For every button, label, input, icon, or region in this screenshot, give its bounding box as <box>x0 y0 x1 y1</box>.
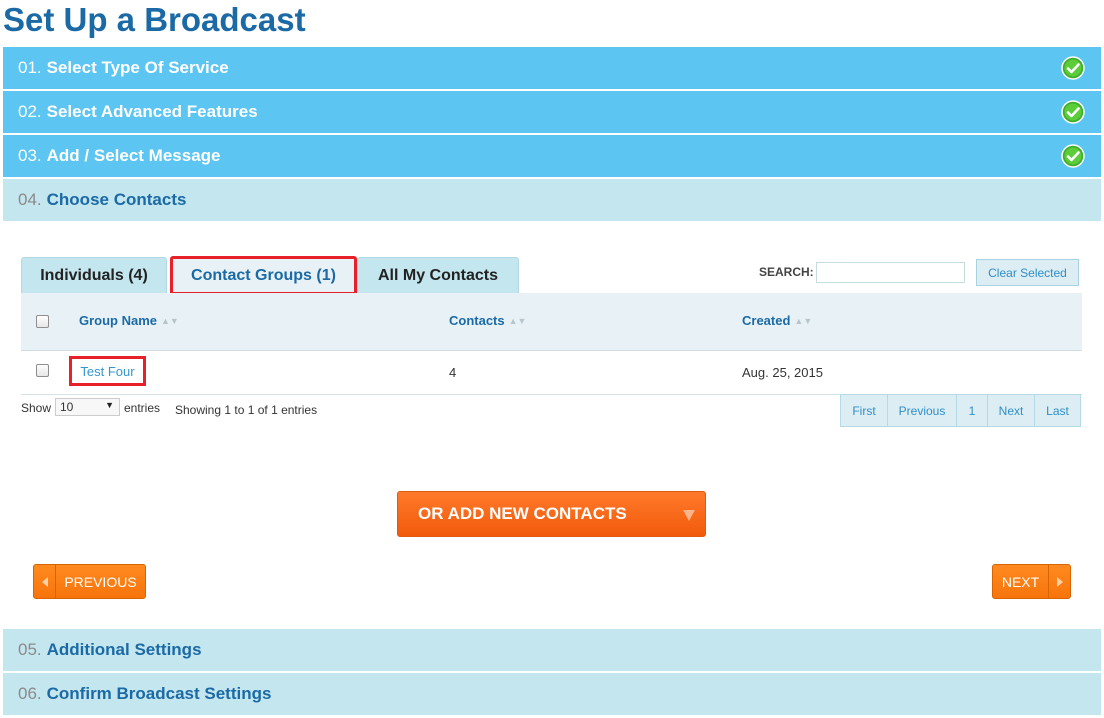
page-1-button[interactable]: 1 <box>957 395 988 426</box>
group-name-link[interactable]: Test Four <box>69 356 146 386</box>
entries-per-page-value: 10 <box>60 400 74 414</box>
step-number: 05. <box>18 640 42 659</box>
table-info: Showing 1 to 1 of 1 entries <box>175 403 318 417</box>
page-previous-button[interactable]: Previous <box>888 395 957 426</box>
chevron-left-icon <box>34 565 56 598</box>
page-first-button[interactable]: First <box>841 395 888 426</box>
page-title: Set Up a Broadcast <box>3 1 306 38</box>
contacts-count: 4 <box>449 365 457 380</box>
column-header-contacts[interactable]: Contacts ▲▼ <box>449 313 526 328</box>
step-number: 03. <box>18 146 42 165</box>
check-circle-icon <box>1061 144 1085 168</box>
search-label: SEARCH: <box>759 265 814 279</box>
previous-button[interactable]: PREVIOUS <box>33 564 146 599</box>
table-header: Group Name ▲▼ Contacts ▲▼ Created ▲▼ <box>21 293 1082 351</box>
step-label: Choose Contacts <box>46 190 187 209</box>
step-label: Additional Settings <box>46 640 202 659</box>
step-label: Confirm Broadcast Settings <box>46 684 272 703</box>
page-last-button[interactable]: Last <box>1035 395 1080 426</box>
next-label: NEXT <box>1001 573 1040 590</box>
entries-label: entries <box>124 401 161 415</box>
tab-label: Individuals (4) <box>40 266 148 284</box>
step-add-select-message[interactable]: 03. Add / Select Message <box>3 135 1101 178</box>
step-additional-settings[interactable]: 05. Additional Settings <box>3 629 1101 672</box>
step-number: 06. <box>18 684 42 703</box>
clear-selected-button[interactable]: Clear Selected <box>976 259 1079 286</box>
previous-label: PREVIOUS <box>64 573 137 590</box>
pagination: First Previous 1 Next Last <box>840 394 1081 427</box>
add-new-contacts-button[interactable]: OR ADD NEW CONTACTS <box>397 491 706 537</box>
tab-contact-groups[interactable]: Contact Groups (1) <box>170 256 357 295</box>
caret-down-icon: ▼ <box>105 400 114 410</box>
step-number: 02. <box>18 102 42 121</box>
select-all-checkbox[interactable] <box>36 315 49 328</box>
row-checkbox[interactable] <box>36 364 49 377</box>
step-label: Select Advanced Features <box>46 102 258 121</box>
step-select-advanced-features[interactable]: 02. Select Advanced Features <box>3 91 1101 134</box>
column-header-group-name[interactable]: Group Name ▲▼ <box>79 313 179 328</box>
check-circle-icon <box>1061 56 1085 80</box>
step-number: 04. <box>18 190 42 209</box>
tab-all-my-contacts[interactable]: All My Contacts <box>357 257 519 293</box>
page-next-button[interactable]: Next <box>988 395 1035 426</box>
column-header-created[interactable]: Created ▲▼ <box>742 313 812 328</box>
sort-icon: ▲▼ <box>161 316 179 326</box>
tab-label: Contact Groups (1) <box>191 266 336 284</box>
step-number: 01. <box>18 58 42 77</box>
show-label: Show <box>21 401 52 415</box>
entries-per-page-select[interactable]: 10 ▼ <box>55 398 120 416</box>
search-input[interactable] <box>816 262 965 283</box>
next-button[interactable]: NEXT <box>992 564 1071 599</box>
check-circle-icon <box>1061 100 1085 124</box>
step-choose-contacts[interactable]: 04. Choose Contacts <box>3 179 1101 222</box>
step-label: Select Type Of Service <box>46 58 229 77</box>
caret-down-icon <box>683 510 695 521</box>
sort-icon: ▲▼ <box>794 316 813 326</box>
step-label: Add / Select Message <box>46 146 221 165</box>
step-select-type-of-service[interactable]: 01. Select Type Of Service <box>3 47 1101 90</box>
table-row: Test Four 4 Aug. 25, 2015 <box>21 351 1082 395</box>
tab-label: All My Contacts <box>377 266 498 284</box>
chevron-right-icon <box>1048 565 1070 598</box>
sort-icon: ▲▼ <box>508 316 527 326</box>
step-confirm-broadcast-settings[interactable]: 06. Confirm Broadcast Settings <box>3 673 1101 716</box>
created-date: Aug. 25, 2015 <box>742 365 823 380</box>
tab-individuals[interactable]: Individuals (4) <box>21 257 167 293</box>
add-new-contacts-label: OR ADD NEW CONTACTS <box>418 504 627 523</box>
